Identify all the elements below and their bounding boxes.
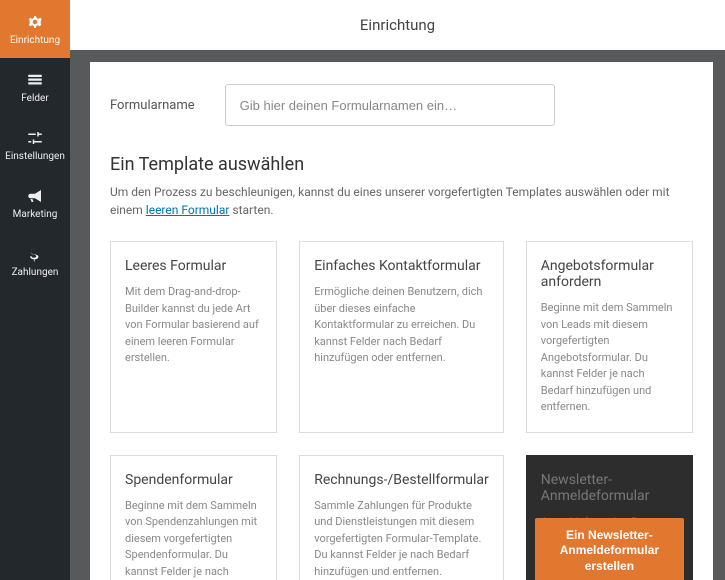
main: Einrichtung Formularname Ein Template au… bbox=[70, 0, 725, 580]
megaphone-icon bbox=[25, 186, 45, 206]
form-name-label: Formularname bbox=[110, 98, 195, 113]
list-icon bbox=[25, 70, 45, 90]
dollar-icon bbox=[25, 244, 45, 264]
sidebar-item-label: Zahlungen bbox=[12, 267, 59, 278]
content-wrap: Formularname Ein Template auswählen Um d… bbox=[70, 50, 725, 580]
blank-form-link[interactable]: leeren Formular bbox=[146, 203, 230, 217]
sidebar-item-label: Marketing bbox=[13, 209, 58, 220]
sidebar: Einrichtung Felder Einstellungen Marketi… bbox=[0, 0, 70, 580]
sidebar-item-marketing[interactable]: Marketing bbox=[0, 174, 70, 232]
topbar: Einrichtung bbox=[70, 0, 725, 50]
card-title: Angebotsformular anfordern bbox=[541, 258, 678, 290]
card-desc: Mit dem Drag-and-drop-Builder kannst du … bbox=[125, 284, 262, 367]
panel: Formularname Ein Template auswählen Um d… bbox=[90, 62, 713, 580]
card-desc: Ermögliche deinen Benutzern, dich über d… bbox=[314, 284, 489, 367]
template-card-quote[interactable]: Angebotsformular anfordern Beginne mit d… bbox=[526, 241, 693, 433]
sidebar-item-label: Einstellungen bbox=[5, 151, 65, 162]
template-grid: Leeres Formular Mit dem Drag-and-drop-Bu… bbox=[110, 241, 693, 580]
create-newsletter-button[interactable]: Ein Newsletter-Anmeldeformular erstellen bbox=[535, 518, 684, 580]
template-section-desc: Um den Prozess zu beschleunigen, kannst … bbox=[110, 183, 693, 219]
sidebar-item-felder[interactable]: Felder bbox=[0, 58, 70, 116]
template-card-contact[interactable]: Einfaches Kontaktformular Ermögliche dei… bbox=[299, 241, 504, 433]
gear-icon bbox=[25, 12, 45, 32]
sidebar-item-zahlungen[interactable]: Zahlungen bbox=[0, 232, 70, 290]
card-desc: Beginne mit dem Sammeln von Spendenzahlu… bbox=[125, 498, 262, 580]
card-title: Rechnungs-/Bestellformular bbox=[314, 472, 489, 488]
sliders-icon bbox=[25, 128, 45, 148]
template-card-donation[interactable]: Spendenformular Beginne mit dem Sammeln … bbox=[110, 455, 277, 580]
template-card-newsletter[interactable]: Newsletter-Anmeldeformular Anmeldeformul… bbox=[526, 455, 693, 580]
card-desc: Beginne mit dem Sammeln von Leads mit di… bbox=[541, 300, 678, 416]
card-title: Leeres Formular bbox=[125, 258, 262, 274]
sidebar-item-label: Einrichtung bbox=[10, 35, 60, 46]
sidebar-item-einstellungen[interactable]: Einstellungen bbox=[0, 116, 70, 174]
card-title: Spendenformular bbox=[125, 472, 262, 488]
sidebar-item-label: Felder bbox=[21, 93, 49, 104]
sidebar-item-einrichtung[interactable]: Einrichtung bbox=[0, 0, 70, 58]
template-section-title: Ein Template auswählen bbox=[110, 154, 693, 175]
form-name-row: Formularname bbox=[110, 84, 693, 126]
page-title: Einrichtung bbox=[360, 16, 435, 34]
template-card-blank[interactable]: Leeres Formular Mit dem Drag-and-drop-Bu… bbox=[110, 241, 277, 433]
card-title: Einfaches Kontaktformular bbox=[314, 258, 489, 274]
card-title: Newsletter-Anmeldeformular bbox=[541, 472, 678, 504]
template-card-billing[interactable]: Rechnungs-/Bestellformular Sammle Zahlun… bbox=[299, 455, 504, 580]
form-name-input[interactable] bbox=[225, 84, 555, 126]
card-desc: Sammle Zahlungen für Produkte und Dienst… bbox=[314, 498, 489, 580]
